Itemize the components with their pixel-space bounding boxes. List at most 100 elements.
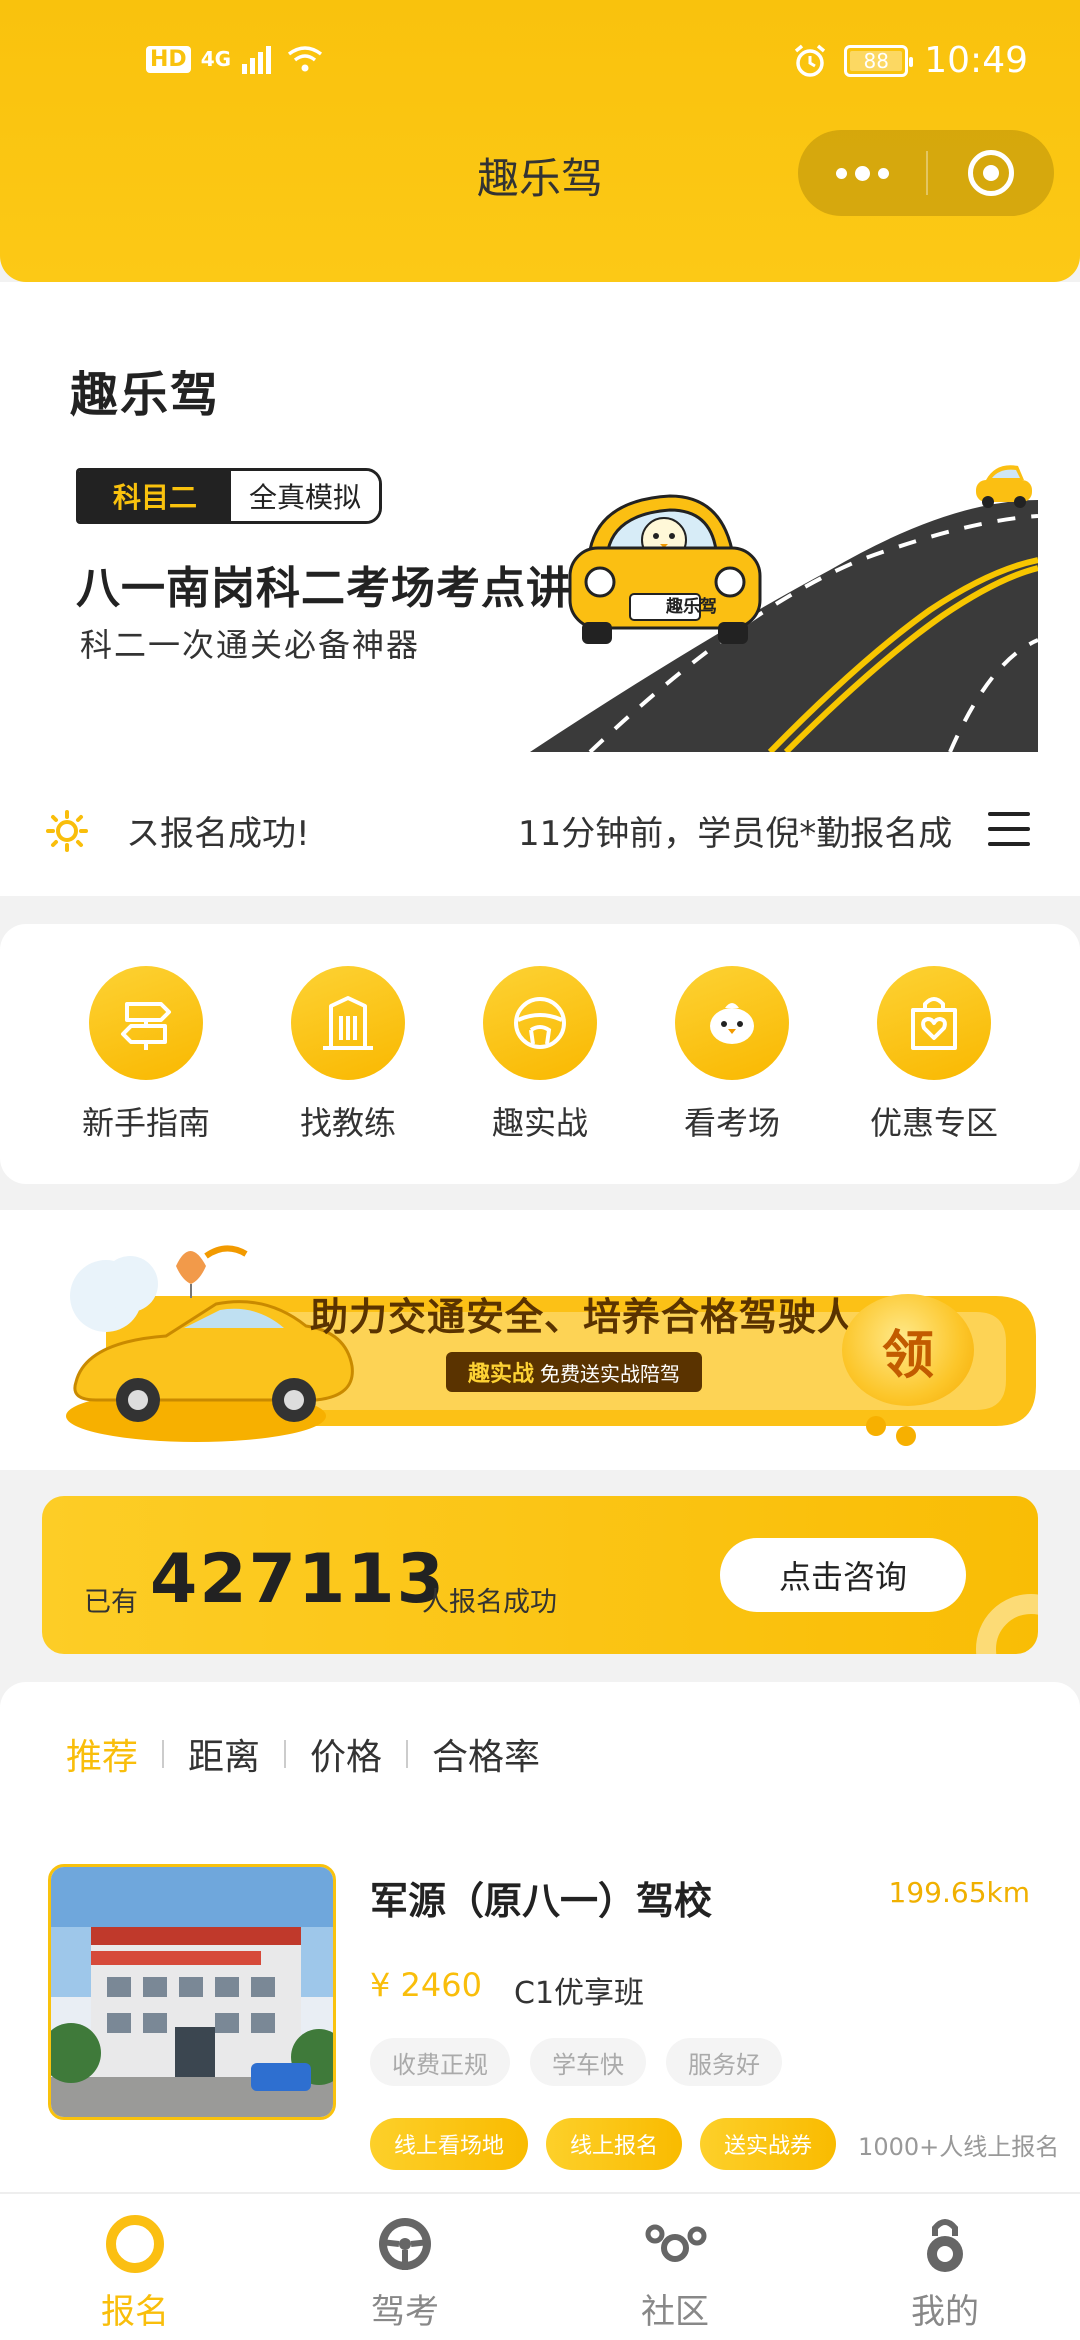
tab-enroll[interactable]: 报名 bbox=[0, 2194, 270, 2340]
promo-headline: 助力交通安全、培养合格驾驶人 bbox=[310, 1295, 857, 1339]
nav-label: 看考场 bbox=[683, 1104, 780, 1142]
claim-button[interactable]: 领 bbox=[842, 1294, 974, 1406]
view-site-button[interactable]: 线上看场地 bbox=[370, 2118, 529, 2170]
top-banner[interactable]: 科目二 全真模拟 八一南岗科二考场考点讲解视频 科二一次通关必备神器 趣乐驾 bbox=[70, 460, 1038, 752]
tab-divider bbox=[406, 1740, 409, 1768]
banner-subtitle: 科二一次通关必备神器 bbox=[80, 626, 421, 664]
bottom-tab-bar: 报名 驾考 社区 我的 bbox=[0, 2192, 1080, 2340]
banner-tag-primary: 科目二 bbox=[79, 471, 232, 521]
close-mini-program-button[interactable] bbox=[928, 130, 1054, 216]
nav-discounts[interactable]: 优惠专区 bbox=[844, 966, 1024, 1144]
sort-tab-price[interactable]: 价格 bbox=[310, 1728, 382, 1780]
school-list: 推荐 距离 价格 合格率 军源（原八一）驾校 199.65km ¥ 2460 C… bbox=[0, 1682, 1080, 2202]
nav-label: 找教练 bbox=[299, 1104, 396, 1142]
enroll-online-button[interactable]: 线上报名 bbox=[546, 2118, 683, 2170]
hd-badge: HD bbox=[146, 45, 191, 73]
tab-label: 我的 bbox=[911, 2292, 979, 2332]
car-road-illustration: 趣乐驾 bbox=[530, 465, 1038, 752]
school-photo[interactable] bbox=[48, 1864, 336, 2120]
feature-tag: 服务好 bbox=[666, 2038, 782, 2086]
sun-icon bbox=[46, 810, 88, 852]
feature-tag: 收费正规 bbox=[370, 2038, 510, 2086]
enrollment-count: 427113 bbox=[150, 1540, 446, 1619]
school-features: 收费正规 学车快 服务好 bbox=[370, 2038, 782, 2086]
menu-icon[interactable] bbox=[988, 812, 1030, 846]
status-bar: HD 4G 88 10:49 bbox=[0, 40, 1080, 88]
more-button[interactable] bbox=[798, 130, 926, 216]
feature-tag: 学车快 bbox=[530, 2038, 646, 2086]
shopping-bag-heart-icon bbox=[911, 997, 957, 1050]
target-icon bbox=[968, 150, 1014, 196]
enrollment-notice-bar: ス报名成功! 11分钟前，学员倪*勤报名成 bbox=[0, 790, 1080, 866]
status-left: HD 4G bbox=[146, 44, 325, 74]
school-distance: 199.65km bbox=[888, 1876, 1030, 1909]
sort-tabs: 推荐 距离 价格 合格率 bbox=[66, 1728, 540, 1780]
tab-label: 社区 bbox=[641, 2292, 709, 2332]
tab-community[interactable]: 社区 bbox=[540, 2194, 810, 2340]
ring-icon bbox=[106, 2215, 164, 2273]
nav-exam-site[interactable]: 看考场 bbox=[642, 966, 822, 1144]
decorative-ring bbox=[976, 1594, 1038, 1654]
brand-logo: 趣乐驾 bbox=[70, 355, 220, 425]
promo-badge-text: 免费送实战陪驾 bbox=[540, 1361, 681, 1386]
notice-text: ス报名成功! bbox=[126, 814, 310, 854]
brand-logo-text: 趣乐驾 bbox=[70, 367, 221, 423]
tab-divider bbox=[284, 1740, 287, 1768]
tab-mine[interactable]: 我的 bbox=[810, 2194, 1080, 2340]
signal-icon bbox=[242, 46, 272, 74]
school-actions: 线上看场地 线上报名 送实战券 1000+人线上报名 bbox=[370, 2118, 1059, 2170]
banner-tag-secondary: 全真模拟 bbox=[231, 471, 380, 521]
car-plate-text: 趣乐驾 bbox=[665, 596, 717, 616]
tab-label: 驾考 bbox=[371, 2292, 439, 2332]
lock-person-icon bbox=[927, 2219, 963, 2272]
nav-label: 优惠专区 bbox=[869, 1104, 998, 1142]
school-building-image bbox=[51, 1867, 333, 2117]
building-icon bbox=[323, 996, 373, 1050]
mini-program-capsule bbox=[798, 130, 1054, 216]
consult-button[interactable]: 点击咨询 bbox=[720, 1538, 966, 1612]
network-label: 4G bbox=[200, 47, 232, 71]
battery-level: 88 bbox=[863, 48, 889, 73]
nav-label: 新手指南 bbox=[81, 1104, 210, 1142]
enrollment-stats-card: 已有 427113 人报名成功 点击咨询 bbox=[42, 1496, 1038, 1654]
sort-tab-recommended[interactable]: 推荐 bbox=[66, 1728, 138, 1780]
bubbles-icon bbox=[645, 2224, 707, 2262]
steering-wheel-icon bbox=[514, 997, 566, 1049]
tab-divider bbox=[162, 1740, 165, 1768]
nav-label: 趣实战 bbox=[491, 1104, 588, 1142]
banner-tag: 科目二 全真模拟 bbox=[76, 468, 383, 524]
promo-section: 助力交通安全、培养合格驾驶人 趣实战 免费送实战陪驾 领 bbox=[0, 1210, 1080, 1470]
battery-icon: 88 bbox=[844, 44, 914, 77]
promo-banner[interactable]: 助力交通安全、培养合格驾驶人 趣实战 免费送实战陪驾 领 bbox=[56, 1236, 1046, 1452]
sort-tab-distance[interactable]: 距离 bbox=[188, 1728, 260, 1780]
nav-practice[interactable]: 趣实战 bbox=[450, 966, 630, 1144]
steering-wheel-icon bbox=[379, 2218, 431, 2270]
tab-label: 报名 bbox=[101, 2292, 169, 2332]
school-class: C1优享班 bbox=[514, 1976, 645, 2011]
tab-driving-test[interactable]: 驾考 bbox=[270, 2194, 540, 2340]
practice-coupon-button[interactable]: 送实战券 bbox=[700, 2118, 837, 2170]
quick-nav: 新手指南 找教练 趣实战 看考场 优惠专区 bbox=[0, 924, 1080, 1184]
signpost-icon bbox=[121, 1002, 171, 1050]
nav-newbie-guide[interactable]: 新手指南 bbox=[56, 966, 236, 1144]
stats-prefix: 已有 bbox=[84, 1587, 138, 1618]
nav-find-coach[interactable]: 找教练 bbox=[258, 966, 438, 1144]
online-enroll-count: 1000+人线上报名 bbox=[858, 2132, 1060, 2161]
school-name[interactable]: 军源（原八一）驾校 bbox=[370, 1870, 712, 1925]
promo-badge: 趣实战 免费送实战陪驾 bbox=[446, 1352, 703, 1392]
dot-icon bbox=[835, 167, 847, 179]
dot-icon bbox=[854, 165, 870, 181]
status-right: 88 10:49 bbox=[792, 40, 1028, 81]
sort-tab-pass-rate[interactable]: 合格率 bbox=[432, 1728, 540, 1780]
school-price: ¥ 2460 bbox=[370, 1966, 482, 2004]
clock: 10:49 bbox=[924, 40, 1028, 81]
header: HD 4G 88 10:49 趣乐驾 bbox=[0, 0, 1080, 282]
alarm-icon bbox=[795, 44, 826, 77]
promo-badge-brand: 趣实战 bbox=[468, 1362, 535, 1387]
chick-icon bbox=[710, 1003, 754, 1044]
app-page: HD 4G 88 10:49 趣乐驾 趣乐驾 科目二 全真模拟 八一南岗科二考场… bbox=[0, 0, 1080, 2340]
notice-text: 11分钟前，学员倪*勤报名成 bbox=[518, 814, 953, 854]
stats-suffix: 人报名成功 bbox=[422, 1587, 557, 1618]
wifi-icon bbox=[287, 46, 323, 72]
dot-icon bbox=[877, 167, 889, 179]
